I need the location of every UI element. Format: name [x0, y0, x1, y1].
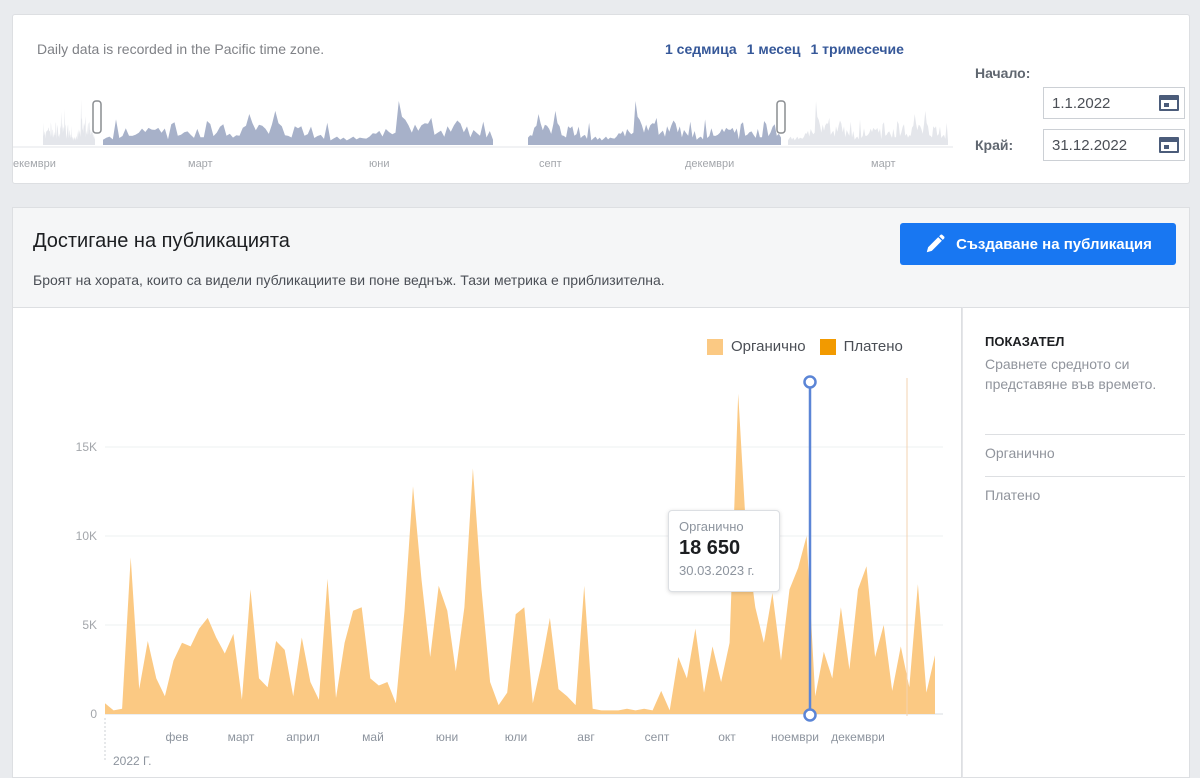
hover-handle-top[interactable] [803, 375, 817, 389]
preset-1-month[interactable]: 1 месец [747, 41, 801, 57]
timezone-note: Daily data is recorded in the Pacific ti… [37, 41, 325, 57]
pencil-icon [926, 234, 945, 253]
preset-1-quarter[interactable]: 1 тримесечие [810, 41, 903, 57]
chart-panel: Органично Платено 0 5K 10K 15K фев март април… [12, 307, 962, 778]
date-inputs: Начало: 1.1.2022 Край: 31.12.2022 [975, 65, 1185, 175]
create-post-button[interactable]: Създаване на публикация [900, 223, 1176, 265]
metric-description: Сравнете средното си представяне във вре… [985, 356, 1157, 392]
x-tick-label: фев [166, 730, 189, 744]
x-tick-label: ноември [771, 730, 819, 744]
x-tick-label: септ [645, 730, 670, 744]
y-axis: 0 5K 10K 15K [76, 440, 98, 721]
start-date-label: Начало: [975, 65, 1031, 81]
tooltip-series: Органично [679, 519, 744, 534]
hover-handle-bottom[interactable] [803, 708, 817, 722]
y-tick-label: 5K [82, 618, 97, 632]
mini-timeline-area [528, 101, 781, 145]
section-title: Достигане на публикацията [33, 230, 290, 252]
timeline-label: март [188, 158, 213, 170]
timeline-label: март [871, 158, 896, 170]
y-tick-label: 15K [76, 440, 97, 454]
calendar-icon[interactable] [1159, 95, 1179, 111]
timeline-label: юни [369, 158, 389, 170]
end-date-label: Край: [975, 137, 1014, 153]
x-tick-label: април [286, 730, 320, 744]
range-presets: 1 седмица 1 месец 1 тримесечие [665, 41, 904, 57]
timeline-label: септ [539, 158, 562, 170]
metric-item-paid[interactable]: Платено [985, 476, 1185, 516]
x-tick-label: окт [718, 730, 736, 744]
timeline-label: декември [685, 158, 734, 170]
x-tick-label: декември [831, 730, 885, 744]
metric-title: ПОКАЗАТЕЛ [985, 334, 1065, 349]
metric-item-organic[interactable]: Органично [985, 434, 1185, 474]
y-tick-label: 10K [76, 529, 97, 543]
preset-1-week[interactable]: 1 седмица [665, 41, 737, 57]
x-axis: фев март април май юни юли авг септ окт ноември де… [166, 730, 885, 744]
reach-chart[interactable]: 0 5K 10K 15K фев март април май юни юли авг септ ок… [13, 308, 963, 778]
chart-tooltip: Органично 18 650 30.03.2023 г. [668, 510, 780, 592]
date-range-panel: Daily data is recorded in the Pacific ti… [12, 14, 1190, 184]
x-tick-label: юни [436, 730, 458, 744]
calendar-icon[interactable] [1159, 137, 1179, 153]
mini-timeline-area [103, 101, 493, 145]
mini-timeline[interactable]: екември март юни септ декември март [13, 85, 953, 185]
create-post-label: Създаване на публикация [956, 235, 1152, 253]
x-tick-label: юли [505, 730, 527, 744]
y-tick-label: 0 [90, 707, 97, 721]
metric-side-panel: ПОКАЗАТЕЛ Сравнете средното си представя… [962, 307, 1190, 778]
x-tick-label: март [228, 730, 255, 744]
x-axis-year-label: 2022 Г. [113, 754, 151, 768]
mini-timeline-area [43, 99, 95, 145]
tooltip-value: 18 650 [679, 537, 741, 559]
mini-timeline-area [788, 101, 948, 145]
tooltip-date: 30.03.2023 г. [679, 563, 755, 578]
timeline-label: екември [13, 158, 56, 170]
section-description: Броят на хората, които са видели публика… [33, 272, 665, 288]
x-tick-label: авг [577, 730, 595, 744]
range-handle-start[interactable] [92, 100, 102, 134]
range-handle-end[interactable] [776, 100, 786, 134]
mini-timeline-bars [43, 99, 948, 145]
x-tick-label: май [362, 730, 384, 744]
section-header: Достигане на публикацията Броят на хорат… [12, 207, 1190, 307]
